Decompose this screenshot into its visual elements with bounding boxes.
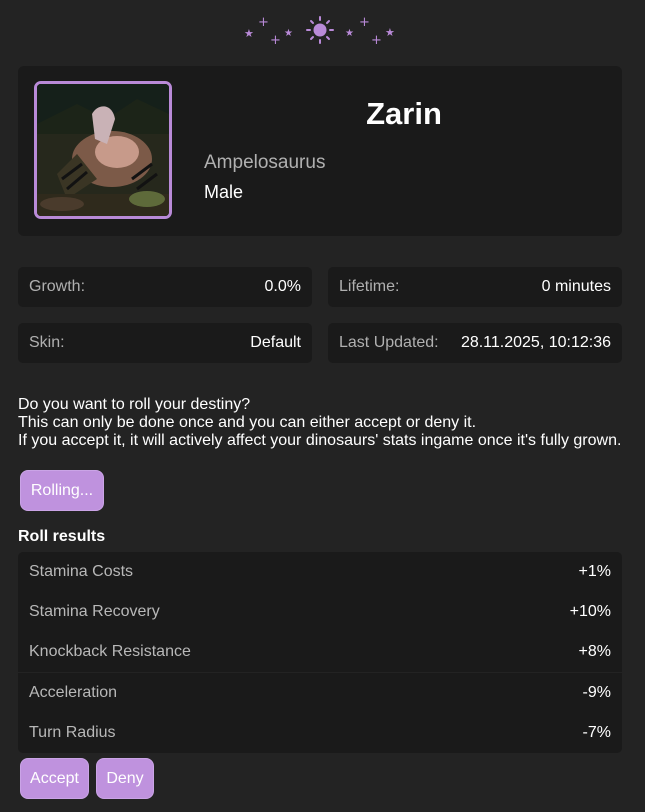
stat-growth: Growth: 0.0% — [18, 267, 312, 307]
sun-icon — [306, 16, 334, 44]
stat-last-updated: Last Updated: 28.11.2025, 10:12:36 — [328, 323, 622, 363]
stat-value: Default — [250, 334, 301, 351]
stat-lifetime: Lifetime: 0 minutes — [328, 267, 622, 307]
svg-text:★: ★ — [244, 27, 254, 40]
accept-button[interactable]: Accept — [20, 758, 89, 799]
svg-text:+: + — [270, 33, 281, 48]
svg-text:+: + — [359, 15, 370, 30]
result-row-stamina-recovery: Stamina Recovery +10% — [18, 592, 622, 632]
stat-label: Growth: — [29, 278, 86, 295]
stat-value: 0 minutes — [541, 278, 611, 295]
header-decoration: ★ + + ★ ★ + + ★ — [244, 15, 395, 48]
result-value: -7% — [582, 724, 611, 741]
result-value: +8% — [578, 643, 611, 660]
stat-value: 0.0% — [264, 278, 301, 295]
svg-text:+: + — [371, 33, 382, 48]
result-value: -9% — [582, 684, 611, 701]
result-label: Stamina Costs — [29, 563, 134, 580]
result-label: Acceleration — [29, 684, 118, 701]
svg-text:★: ★ — [345, 28, 354, 39]
destiny-warning: If you accept it, it will actively affec… — [18, 432, 622, 449]
dinosaur-name: Zarin — [366, 96, 442, 131]
avatar — [34, 81, 172, 219]
stat-label: Lifetime: — [339, 278, 400, 295]
destiny-description: Do you want to roll your destiny? This c… — [18, 396, 638, 450]
dinosaur-image — [37, 84, 169, 216]
roll-button[interactable]: Rolling... — [20, 470, 104, 511]
svg-text:★: ★ — [284, 28, 293, 39]
roll-results-title: Roll results — [18, 528, 106, 545]
svg-text:★: ★ — [385, 26, 395, 39]
sex-label: Male — [204, 182, 244, 202]
result-label: Turn Radius — [29, 724, 116, 741]
destiny-note: This can only be done once and you can e… — [18, 414, 477, 431]
result-row-acceleration: Acceleration -9% — [18, 673, 622, 713]
stat-label: Last Updated: — [339, 334, 439, 351]
stat-label: Skin: — [29, 334, 65, 351]
stat-skin: Skin: Default — [18, 323, 312, 363]
result-row-turn-radius: Turn Radius -7% — [18, 713, 622, 753]
result-row-knockback-resistance: Knockback Resistance +8% — [18, 632, 622, 672]
stat-value: 28.11.2025, 10:12:36 — [460, 334, 611, 351]
svg-text:+: + — [258, 15, 269, 30]
result-label: Knockback Resistance — [29, 643, 191, 660]
result-label: Stamina Recovery — [29, 603, 160, 620]
result-row-stamina-costs: Stamina Costs +1% — [18, 552, 622, 592]
species-label: Ampelosaurus — [204, 152, 326, 173]
profile-card: Zarin Ampelosaurus Male — [18, 66, 622, 236]
result-value: +10% — [569, 603, 611, 620]
sparkle-icon: ★ + + ★ — [345, 15, 395, 48]
result-value: +1% — [578, 563, 611, 580]
deny-button[interactable]: Deny — [96, 758, 154, 799]
sparkle-icon: ★ + + ★ — [244, 15, 293, 48]
destiny-question: Do you want to roll your destiny? — [18, 396, 251, 413]
